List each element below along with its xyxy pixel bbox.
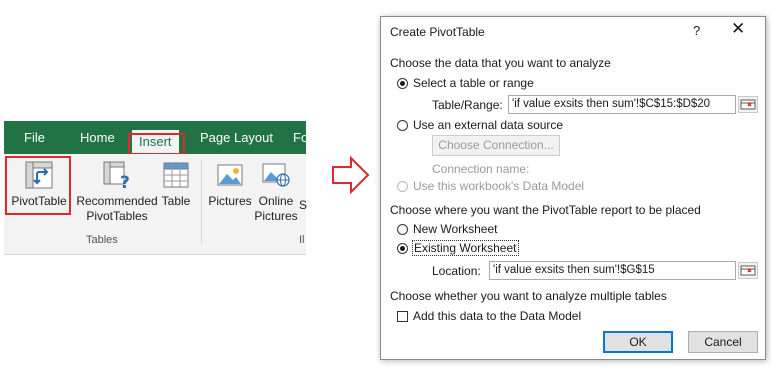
external-source-label: Use an external data source [413, 118, 564, 132]
pictures-button[interactable]: Pictures [206, 160, 254, 209]
tab-formulas-partial[interactable]: Fo [293, 121, 308, 154]
pictures-icon [217, 164, 243, 186]
select-table-label: Select a table or range [413, 76, 534, 90]
cancel-button[interactable]: Cancel [688, 331, 758, 353]
ok-button[interactable]: OK [603, 331, 673, 353]
pivottable-label: PivotTable [11, 194, 67, 208]
new-worksheet-label: New Worksheet [413, 222, 498, 236]
option-data-model[interactable]: Use this workbook's Data Model [397, 179, 584, 193]
radio-external-source[interactable] [397, 119, 408, 131]
range-select-icon [740, 265, 756, 276]
choose-connection-button[interactable]: Choose Connection... [432, 135, 560, 156]
connection-name-label: Connection name: [432, 162, 530, 176]
existing-worksheet-label: Existing Worksheet [412, 240, 519, 256]
radio-existing-worksheet[interactable] [397, 242, 408, 254]
tab-home[interactable]: Home [80, 121, 115, 154]
option-add-data-model[interactable]: Add this data to the Data Model [397, 309, 581, 323]
recommended-label-line2: PivotTables [86, 209, 148, 223]
radio-new-worksheet[interactable] [397, 223, 408, 235]
create-pivottable-dialog: Create PivotTable ? ✕ Choose the data th… [380, 16, 766, 360]
tab-insert[interactable]: Insert [132, 130, 179, 154]
group-divider [201, 160, 202, 244]
pictures-label: Pictures [208, 194, 252, 208]
help-button[interactable]: ? [693, 23, 700, 38]
radio-select-table[interactable] [397, 77, 408, 89]
close-button[interactable]: ✕ [731, 20, 745, 38]
table-button[interactable]: Table [158, 160, 194, 209]
option-new-worksheet[interactable]: New Worksheet [397, 222, 497, 236]
right-arrow-icon [332, 155, 370, 195]
ribbon-tab-bar: File Home Insert Page Layout Fo [4, 121, 308, 154]
online-pictures-icon [262, 163, 290, 187]
tab-page-layout[interactable]: Page Layout [200, 121, 273, 154]
range-select-icon [740, 99, 756, 110]
pivottable-icon [25, 161, 53, 189]
option-external-source[interactable]: Use an external data source [397, 118, 563, 132]
radio-data-model[interactable] [397, 180, 408, 192]
location-input[interactable]: 'if value exsits then sum'!$G$15 [489, 261, 736, 280]
group-label-tables: Tables [86, 234, 118, 246]
dialog-title: Create PivotTable [390, 25, 485, 39]
group-label-illustrations-partial: Il [299, 234, 305, 246]
data-model-label: Use this workbook's Data Model [413, 179, 585, 193]
online-pictures-label-line1: Online [258, 194, 294, 208]
svg-text:?: ? [120, 173, 130, 190]
section-placement-heading: Choose where you want the PivotTable rep… [390, 203, 701, 217]
recommended-label-line1: Recommended [76, 194, 158, 208]
checkbox-add-data-model[interactable] [397, 310, 408, 322]
online-pictures-label-line2: Pictures [254, 209, 298, 223]
ribbon-body: PivotTable ? Recommended PivotTables Tab… [4, 154, 307, 255]
table-range-collapse-button[interactable] [738, 96, 758, 113]
table-range-label: Table/Range: [432, 98, 503, 112]
recommended-pivottables-button[interactable]: ? Recommended PivotTables [76, 160, 158, 224]
pivottable-button[interactable]: PivotTable [8, 160, 70, 209]
shapes-label-partial: S [299, 198, 307, 212]
online-pictures-button[interactable]: Online Pictures [254, 160, 298, 224]
table-icon [163, 162, 189, 188]
section-analyze-heading: Choose the data that you want to analyze [390, 56, 611, 70]
recommended-pivottables-icon: ? [103, 161, 130, 190]
option-existing-worksheet[interactable]: Existing Worksheet [397, 240, 519, 256]
table-label: Table [161, 194, 191, 208]
option-select-table[interactable]: Select a table or range [397, 76, 534, 90]
table-range-input[interactable]: 'if value exsits then sum'!$C$15:$D$20 [508, 95, 736, 114]
section-multiple-tables-heading: Choose whether you want to analyze multi… [390, 289, 667, 303]
shapes-button-partial[interactable]: S [299, 198, 307, 213]
location-label: Location: [432, 264, 481, 278]
tab-file[interactable]: File [24, 121, 45, 154]
add-data-model-label: Add this data to the Data Model [413, 309, 582, 323]
location-collapse-button[interactable] [738, 262, 758, 279]
